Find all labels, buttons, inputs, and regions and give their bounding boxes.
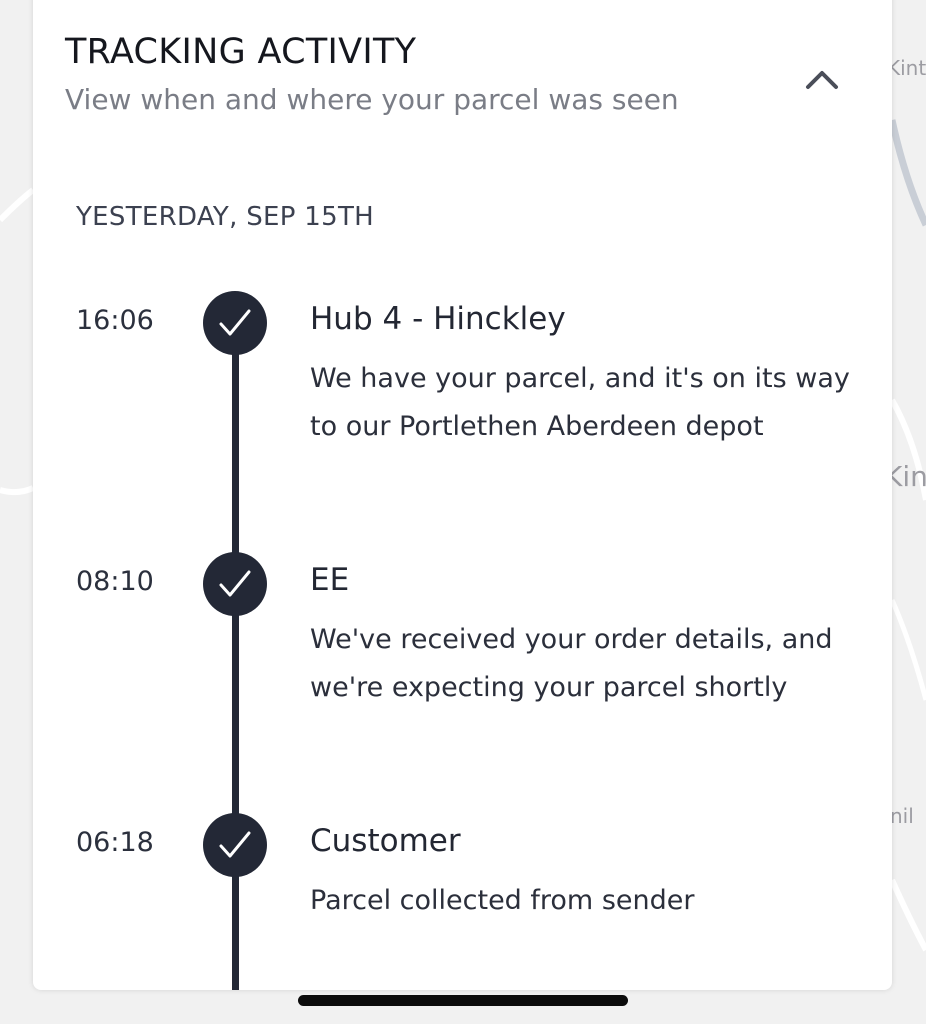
event-description: Parcel collected from sender (310, 885, 695, 916)
map-label: Kint (887, 56, 926, 80)
tracking-activity-card: TRACKING ACTIVITY View when and where yo… (33, 0, 892, 990)
checkmark-icon (219, 309, 251, 336)
home-indicator[interactable] (298, 995, 628, 1006)
timeline-line (232, 330, 239, 990)
event-time: 08:10 (76, 566, 154, 597)
section-title: TRACKING ACTIVITY (65, 32, 417, 72)
date-header: YESTERDAY, SEP 15TH (76, 202, 375, 232)
event-time: 16:06 (76, 305, 154, 336)
collapse-button[interactable] (801, 62, 843, 96)
map-label: nil (890, 804, 914, 828)
status-dot (203, 291, 267, 355)
tracking-header[interactable]: TRACKING ACTIVITY View when and where yo… (65, 30, 845, 120)
checkmark-icon (219, 570, 251, 597)
status-dot (203, 552, 267, 616)
event-location: Hub 4 - Hinckley (310, 301, 566, 337)
event-location: Customer (310, 823, 461, 859)
event-time: 06:18 (76, 827, 154, 858)
status-dot (203, 813, 267, 877)
checkmark-icon (219, 831, 251, 858)
event-description: We have your parcel, and it's on its way… (310, 363, 850, 442)
chevron-up-icon (806, 71, 838, 89)
event-description: We've received your order details, and w… (310, 624, 833, 703)
section-subtitle: View when and where your parcel was seen (65, 83, 679, 116)
event-location: EE (310, 562, 350, 598)
